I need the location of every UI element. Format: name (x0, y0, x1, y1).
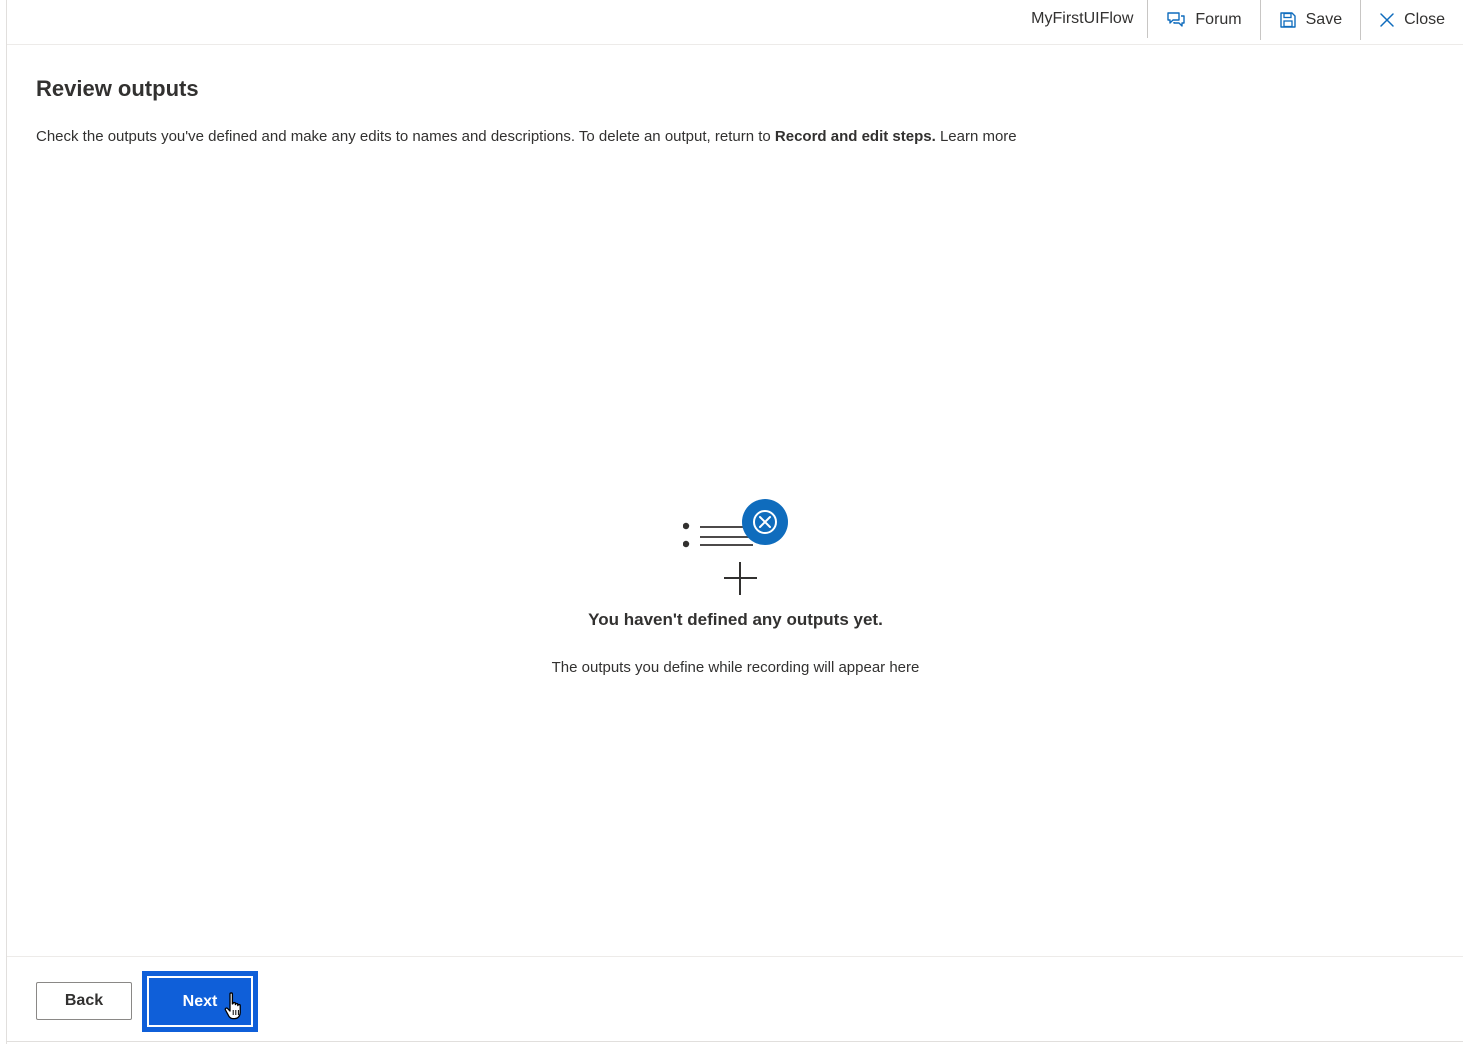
close-label: Close (1404, 11, 1445, 28)
page-title: Review outputs (36, 76, 199, 101)
next-button-focus-ring: Next (142, 971, 258, 1032)
page-description: Check the outputs you've defined and mak… (36, 128, 1017, 145)
footer-bar: Back Next (7, 956, 1463, 1042)
empty-state-title: You haven't defined any outputs yet. (588, 610, 883, 629)
save-label: Save (1305, 11, 1343, 28)
next-button[interactable]: Next (149, 978, 251, 1025)
outputs-list-remove-icon (682, 495, 803, 600)
back-button[interactable]: Back (36, 982, 132, 1020)
description-text: Check the outputs you've defined and mak… (36, 128, 775, 145)
forum-label: Forum (1195, 11, 1242, 28)
record-edit-steps-text: Record and edit steps. (774, 128, 936, 145)
forum-button[interactable]: Forum (1148, 0, 1259, 40)
learn-more-link[interactable]: Learn more (940, 128, 1017, 145)
save-button[interactable]: Save (1259, 0, 1360, 40)
save-icon (1279, 11, 1297, 29)
next-button-inner-ring: Next (147, 976, 253, 1027)
flow-name: MyFirstUIFlow (1017, 0, 1149, 38)
close-button[interactable]: Close (1360, 0, 1463, 40)
close-icon (1379, 12, 1395, 28)
app-window: MyFirstUIFlow Forum Save Close Review ou… (6, 0, 1463, 1044)
empty-state-subtitle: The outputs you define while recording w… (551, 659, 920, 676)
forum-icon (1166, 11, 1186, 29)
top-command-bar: MyFirstUIFlow Forum Save Close (7, 0, 1463, 45)
